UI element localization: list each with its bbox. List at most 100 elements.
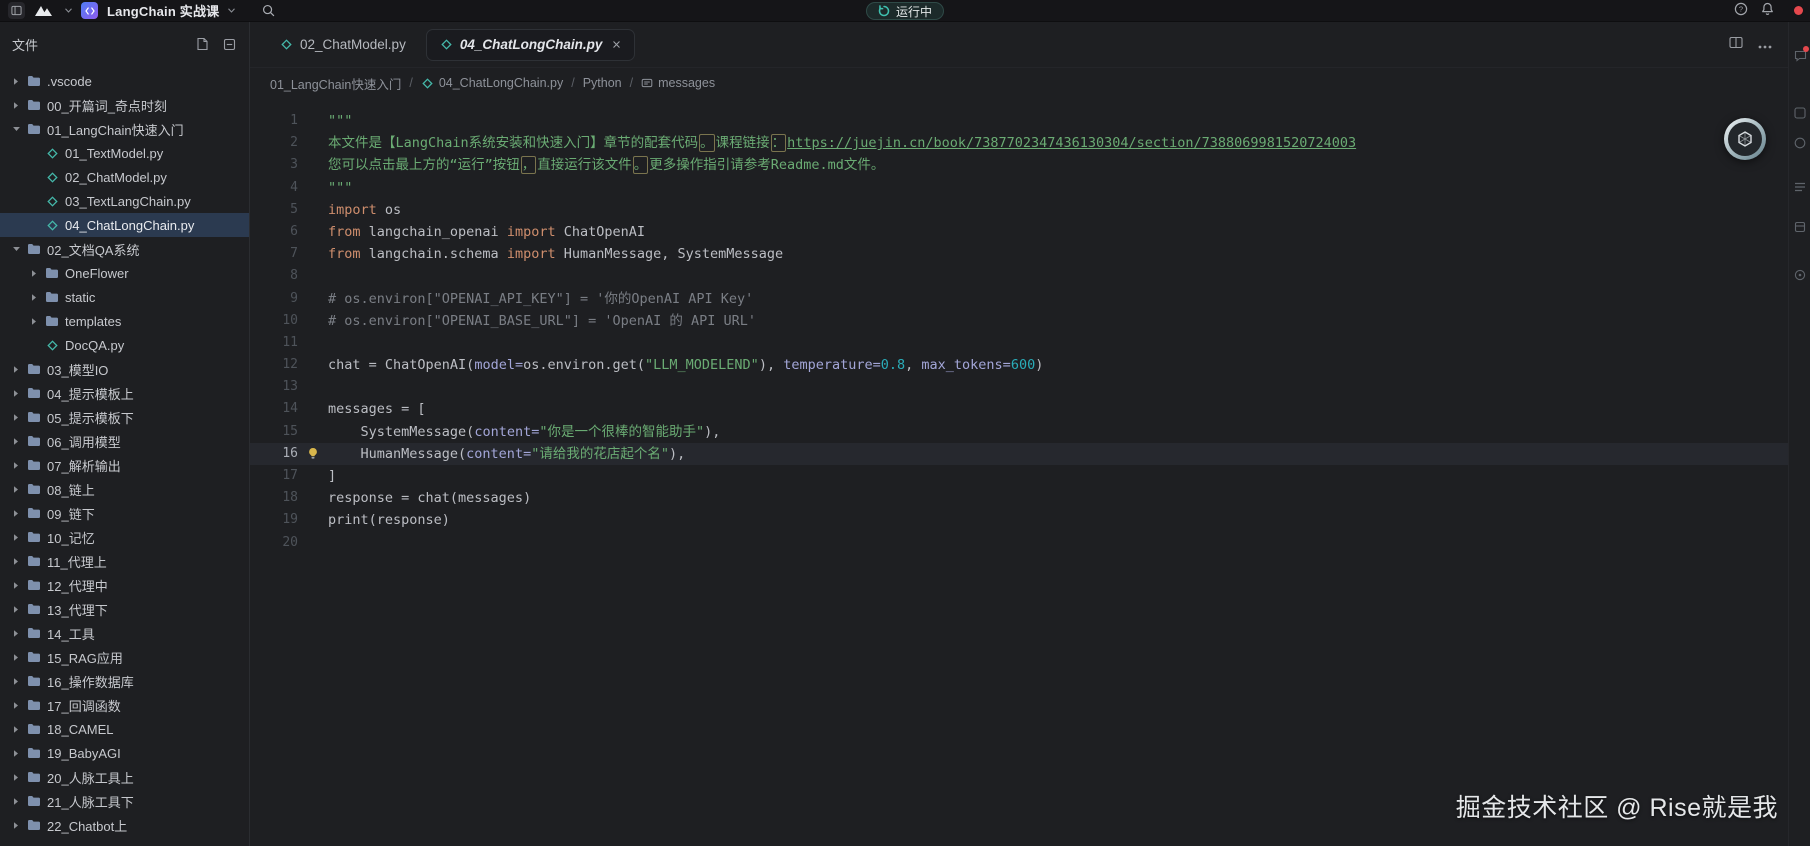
tree-item-folder[interactable]: 13_代理下	[0, 597, 249, 621]
tree-item-folder[interactable]: 09_链下	[0, 501, 249, 525]
tree-item-folder[interactable]: 15_RAG应用	[0, 645, 249, 669]
code-line[interactable]: 1"""	[250, 110, 1788, 132]
chevron-down-icon[interactable]	[228, 8, 235, 13]
code-line[interactable]: 2本文件是【LangChain系统安装和快速入门】章节的配套代码。课程链接：ht…	[250, 132, 1788, 154]
tree-item-folder[interactable]: 06_调用模型	[0, 429, 249, 453]
code-token: 更多操作指引请参考Readme.md文件。	[649, 157, 884, 173]
tree-item-folder[interactable]: OneFlower	[0, 261, 249, 285]
tree-item-file[interactable]: 04_ChatLongChain.py	[0, 213, 249, 237]
code-text: 本文件是【LangChain系统安装和快速入门】章节的配套代码。课程链接：htt…	[328, 132, 1788, 154]
tree-item-folder[interactable]: 16_操作数据库	[0, 669, 249, 693]
more-actions-icon[interactable]	[1758, 36, 1772, 54]
close-tab-icon[interactable]	[612, 40, 621, 49]
tree-item-folder[interactable]: .vscode	[0, 69, 249, 93]
code-line[interactable]: 9# os.environ["OPENAI_API_KEY"] = '你的Ope…	[250, 288, 1788, 310]
search-icon[interactable]	[262, 4, 275, 17]
tree-item-folder[interactable]: 19_BabyAGI	[0, 741, 249, 765]
code-text: # os.environ["OPENAI_API_KEY"] = '你的Open…	[328, 288, 1788, 310]
tree-item-file[interactable]: 01_TextModel.py	[0, 141, 249, 165]
code-line[interactable]: 3您可以点击最上方的“运行”按钮，直接运行该文件。更多操作指引请参考Readme…	[250, 154, 1788, 176]
python-file-icon	[42, 195, 62, 208]
split-editor-icon[interactable]	[1729, 36, 1743, 54]
editor-area: 02_ChatModel.py 04_ChatLongChain.py 01_La…	[250, 22, 1788, 846]
tree-item-folder[interactable]: 07_解析输出	[0, 453, 249, 477]
tree-item-folder[interactable]: 05_提示模板下	[0, 405, 249, 429]
tree-item-folder[interactable]: 10_记忆	[0, 525, 249, 549]
panel-icon[interactable]	[1793, 180, 1807, 194]
app-logo-icon[interactable]	[34, 4, 56, 17]
tree-item-folder[interactable]: static	[0, 285, 249, 309]
code-line[interactable]: 12chat = ChatOpenAI(model=os.environ.get…	[250, 354, 1788, 376]
code-line[interactable]: 13	[250, 376, 1788, 398]
code-line[interactable]: 14messages = [	[250, 398, 1788, 420]
tree-item-folder[interactable]: 21_人脉工具下	[0, 789, 249, 813]
ai-assistant-avatar[interactable]	[1724, 118, 1766, 160]
panel-icon[interactable]	[1793, 106, 1807, 120]
tree-item-file[interactable]: 02_ChatModel.py	[0, 165, 249, 189]
breadcrumb-item[interactable]: 04_ChatLongChain.py	[421, 76, 563, 90]
tree-item-folder[interactable]: 20_人脉工具上	[0, 765, 249, 789]
breadcrumb-item[interactable]: messages	[641, 76, 715, 90]
code-line-current[interactable]: 16 HumanMessage(content="请给我的花店起个名"),	[250, 443, 1788, 465]
main-menu-icon[interactable]	[8, 2, 25, 19]
editor-tab[interactable]: 02_ChatModel.py	[266, 29, 420, 61]
collapse-all-icon[interactable]	[219, 34, 239, 54]
chat-panel-icon[interactable]	[1793, 48, 1807, 62]
tree-item-folder[interactable]: 18_CAMEL	[0, 717, 249, 741]
svg-text:?: ?	[1739, 4, 1743, 13]
tree-item-folder[interactable]: 11_代理上	[0, 549, 249, 573]
code-line[interactable]: 4 """	[250, 177, 1788, 199]
chevron-down-icon[interactable]	[65, 8, 72, 13]
intention-bulb-icon[interactable]	[298, 447, 328, 460]
file-tree: .vscode00_开篇词_奇点时刻01_LangChain快速入门 01_Tex…	[0, 69, 249, 846]
tab-label: 04_ChatLongChain.py	[460, 37, 603, 52]
code-line[interactable]: 20	[250, 532, 1788, 554]
code-line[interactable]: 18response = chat(messages)	[250, 487, 1788, 509]
tree-item-folder[interactable]: 03_模型IO	[0, 357, 249, 381]
panel-icon[interactable]	[1793, 220, 1807, 234]
editor-tab[interactable]: 04_ChatLongChain.py	[426, 29, 636, 61]
code-line[interactable]: 8	[250, 265, 1788, 287]
breadcrumb-item[interactable]: 01_LangChain快速入门	[270, 74, 401, 93]
code-token: """	[328, 180, 352, 196]
tree-item-label: 19_BabyAGI	[47, 746, 121, 761]
code-line[interactable]: 10# os.environ["OPENAI_BASE_URL"] = 'Ope…	[250, 310, 1788, 332]
tree-item-folder[interactable]: 00_开篇词_奇点时刻	[0, 93, 249, 117]
open-file-icon[interactable]	[192, 34, 212, 54]
tree-item-folder[interactable]: templates	[0, 309, 249, 333]
file-explorer-header: 文件	[12, 32, 239, 56]
tree-item-folder[interactable]: 17_回调函数	[0, 693, 249, 717]
chevron-right-icon	[8, 749, 24, 758]
panel-icon[interactable]	[1793, 136, 1807, 150]
tree-item-folder[interactable]: 04_提示模板上	[0, 381, 249, 405]
tree-item-file[interactable]: DocQA.py	[0, 333, 249, 357]
run-status-button[interactable]: 运行中	[866, 2, 944, 20]
panel-icon[interactable]	[1793, 268, 1807, 282]
project-name[interactable]: LangChain 实战课	[107, 1, 219, 20]
tree-item-file[interactable]: 03_TextLangChain.py	[0, 189, 249, 213]
code-line[interactable]: 19print(response)	[250, 509, 1788, 531]
code-line[interactable]: 7from langchain.schema import HumanMessa…	[250, 243, 1788, 265]
tree-item-folder[interactable]: 02_文档QA系统	[0, 237, 249, 261]
code-line[interactable]: 6from langchain_openai import ChatOpenAI	[250, 221, 1788, 243]
code-line[interactable]: 15 SystemMessage(content="你是一个很棒的智能助手"),	[250, 421, 1788, 443]
breadcrumb-item[interactable]: Python	[583, 76, 622, 90]
symbol-icon	[641, 77, 653, 89]
tree-item-folder[interactable]: 01_LangChain快速入门	[0, 117, 249, 141]
bell-icon[interactable]	[1761, 2, 1774, 21]
code-line[interactable]: 5import os	[250, 199, 1788, 221]
tree-item-label: 01_TextModel.py	[65, 146, 163, 161]
code-line[interactable]: 11	[250, 332, 1788, 354]
code-token: from	[328, 224, 361, 240]
code-token: ),	[704, 424, 720, 440]
code-editor[interactable]: 1"""2本文件是【LangChain系统安装和快速入门】章节的配套代码。课程链…	[250, 98, 1788, 846]
code-line[interactable]: 17]	[250, 465, 1788, 487]
tree-item-folder[interactable]: 14_工具	[0, 621, 249, 645]
line-number: 4	[250, 177, 298, 199]
tree-item-folder[interactable]: 22_Chatbot上	[0, 813, 249, 837]
folder-icon	[24, 627, 44, 639]
chevron-right-icon	[8, 365, 24, 374]
tree-item-folder[interactable]: 08_链上	[0, 477, 249, 501]
tree-item-folder[interactable]: 12_代理中	[0, 573, 249, 597]
help-icon[interactable]: ?	[1734, 2, 1748, 21]
